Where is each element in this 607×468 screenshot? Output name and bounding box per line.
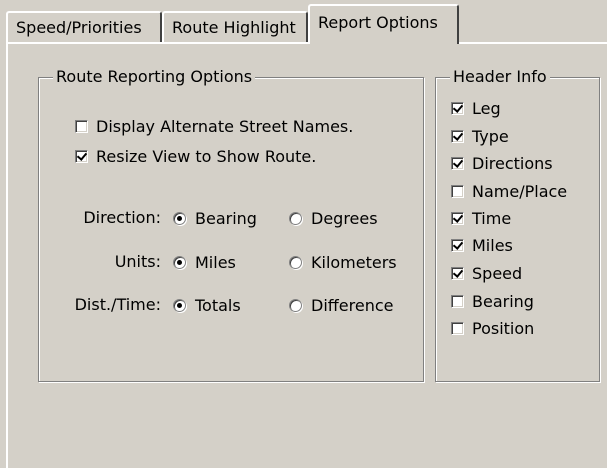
units-miles-radio[interactable]: Miles (173, 253, 236, 272)
checkbox-box[interactable] (451, 102, 464, 115)
route-reporting-group: Route Reporting Options Display Alternat… (38, 67, 424, 382)
checkbox-label: Directions (472, 154, 553, 173)
direction-degrees-radio[interactable]: Degrees (289, 209, 378, 228)
header-name-place-checkbox[interactable]: Name/Place (451, 182, 567, 201)
header-info-group: Header Info Leg Type Directions Name/Pla… (435, 67, 600, 382)
dist-time-difference-radio[interactable]: Difference (289, 296, 393, 315)
units-kilometers-radio[interactable]: Kilometers (289, 253, 397, 272)
display-alternate-street-names-checkbox[interactable]: Display Alternate Street Names. (75, 117, 353, 136)
checkbox-box[interactable] (75, 120, 88, 133)
route-reporting-title: Route Reporting Options (53, 67, 256, 87)
checkbox-label: Leg (472, 99, 501, 118)
radio-circle[interactable] (173, 212, 186, 225)
header-bearing-checkbox[interactable]: Bearing (451, 292, 534, 311)
radio-label: Degrees (311, 209, 378, 228)
checkbox-box[interactable] (451, 322, 464, 335)
direction-bearing-radio[interactable]: Bearing (173, 209, 257, 228)
header-directions-checkbox[interactable]: Directions (451, 154, 553, 173)
radio-circle[interactable] (173, 299, 186, 312)
header-type-checkbox[interactable]: Type (451, 127, 509, 146)
checkbox-box[interactable] (451, 239, 464, 252)
checkbox-label: Bearing (472, 292, 534, 311)
units-label: Units: (114, 252, 161, 271)
radio-label: Difference (311, 296, 394, 315)
radio-circle[interactable] (289, 299, 302, 312)
checkbox-box[interactable] (451, 267, 464, 280)
dist-time-totals-radio[interactable]: Totals (173, 296, 241, 315)
radio-circle[interactable] (289, 212, 302, 225)
header-info-title: Header Info (450, 67, 550, 87)
tab-route-highlight[interactable]: Route Highlight (162, 11, 308, 42)
tab-speed-priorities[interactable]: Speed/Priorities (6, 11, 162, 42)
checkbox-label: Resize View to Show Route. (96, 147, 317, 166)
checkbox-box[interactable] (451, 157, 464, 170)
checkbox-label: Miles (472, 236, 513, 255)
radio-label: Miles (195, 253, 236, 272)
tab-report-options[interactable]: Report Options (308, 4, 459, 44)
checkbox-label: Time (472, 209, 512, 228)
checkbox-box[interactable] (75, 150, 88, 163)
resize-view-checkbox[interactable]: Resize View to Show Route. (75, 147, 316, 166)
checkbox-box[interactable] (451, 295, 464, 308)
checkbox-box[interactable] (451, 130, 464, 143)
header-position-checkbox[interactable]: Position (451, 319, 534, 338)
checkbox-label: Speed (472, 264, 523, 283)
dist-time-label: Dist./Time: (74, 295, 161, 314)
radio-circle[interactable] (289, 256, 302, 269)
radio-label: Kilometers (311, 253, 397, 272)
header-miles-checkbox[interactable]: Miles (451, 236, 513, 255)
radio-circle[interactable] (173, 256, 186, 269)
radio-label: Bearing (195, 209, 257, 228)
checkbox-label: Display Alternate Street Names. (96, 117, 354, 136)
tab-strip: Speed/Priorities Route Highlight Report … (0, 0, 607, 44)
checkbox-label: Name/Place (472, 182, 568, 201)
header-speed-checkbox[interactable]: Speed (451, 264, 522, 283)
direction-label: Direction: (83, 208, 161, 227)
radio-label: Totals (195, 296, 241, 315)
checkbox-box[interactable] (451, 185, 464, 198)
header-time-checkbox[interactable]: Time (451, 209, 511, 228)
checkbox-box[interactable] (451, 212, 464, 225)
checkbox-label: Type (472, 127, 509, 146)
report-options-panel: Route Reporting Options Display Alternat… (6, 42, 607, 468)
checkbox-label: Position (472, 319, 535, 338)
header-leg-checkbox[interactable]: Leg (451, 99, 501, 118)
